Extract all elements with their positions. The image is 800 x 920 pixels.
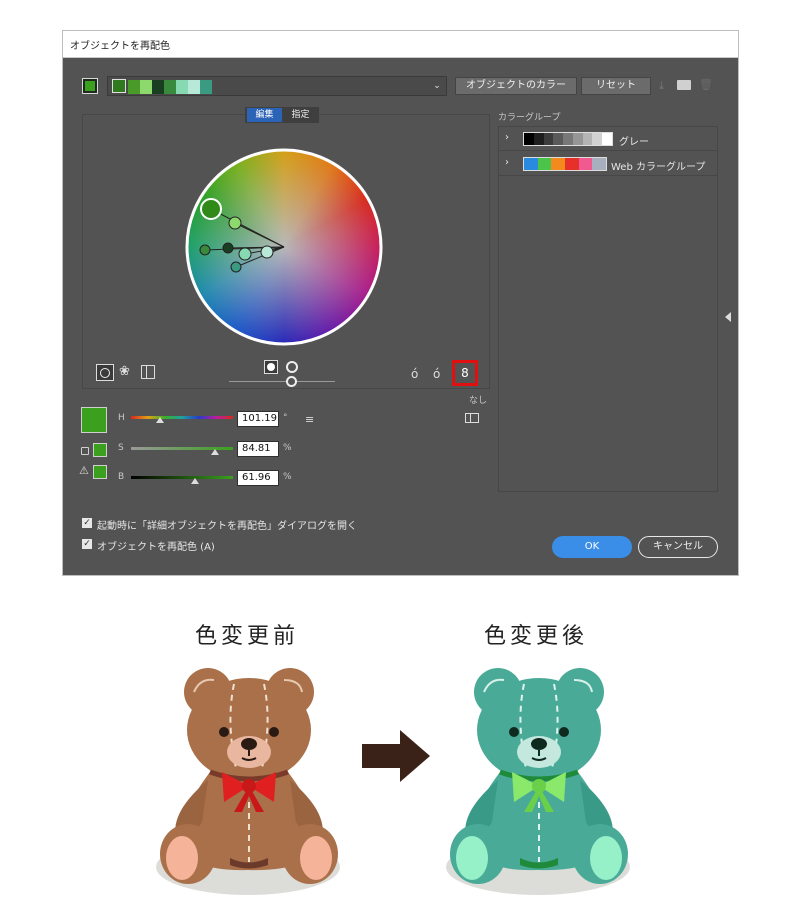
color-group-title: カラーグループ	[498, 113, 561, 123]
bear-after-illustration	[446, 668, 630, 895]
color-strip-swatch	[152, 80, 164, 94]
segmented-wheel-icon[interactable]: ❀	[119, 364, 135, 380]
recolor-checkbox[interactable]: ✓	[82, 539, 92, 549]
gray-swatch	[602, 133, 613, 145]
color-strip-swatch	[188, 80, 200, 94]
gray-swatch	[572, 133, 583, 145]
saturation-slider-thumb[interactable]	[211, 449, 219, 455]
gray-swatch	[582, 133, 593, 145]
current-color-swatch[interactable]	[82, 78, 98, 94]
web-swatch	[537, 158, 552, 170]
recolor-label: オブジェクトを再配色 (A)	[97, 542, 215, 553]
trash-icon[interactable]: 🗑	[699, 78, 713, 91]
brightness-hsb-slider-thumb[interactable]	[191, 478, 199, 484]
brightness-slider[interactable]	[229, 381, 335, 382]
save-group-icon[interactable]: ⤓	[659, 79, 671, 92]
cancel-button[interactable]: キャンセル	[638, 536, 718, 558]
color-strip-dropdown[interactable]	[107, 76, 447, 96]
gray-swatch	[524, 133, 534, 145]
h-label: H	[118, 413, 125, 423]
remove-color-icon[interactable]: ó	[433, 367, 440, 381]
web-swatch	[551, 158, 566, 170]
gray-group-swatches	[523, 132, 613, 146]
web-group-swatches	[523, 157, 607, 171]
gray-swatch	[553, 133, 564, 145]
gray-swatch	[543, 133, 554, 145]
folder-icon[interactable]	[677, 80, 691, 90]
bear-before-illustration	[156, 668, 340, 895]
s-percent-unit: %	[283, 443, 292, 453]
color-strip-swatch	[140, 80, 152, 94]
web-swatch	[524, 158, 538, 170]
expand-chevron-icon[interactable]: ›	[505, 157, 509, 168]
color-strip	[128, 80, 212, 94]
link-status-label: なし	[469, 396, 488, 406]
web-group-label: Web カラーグループ	[611, 162, 706, 173]
open-on-launch-label: 起動時に「詳細オブジェクトを再配色」ダイアログを開く	[97, 521, 357, 532]
expand-chevron-icon[interactable]: ›	[505, 132, 509, 143]
out-of-gamut-icon	[81, 447, 89, 455]
show-brightness-icon[interactable]	[286, 361, 298, 373]
color-wheel[interactable]	[183, 146, 386, 349]
s-label: S	[118, 443, 124, 453]
b-label: B	[118, 472, 125, 482]
color-strip-swatch	[200, 80, 212, 94]
hue-field[interactable]: 101.19	[237, 411, 279, 427]
color-strip-swatch	[164, 80, 176, 94]
link-harmony-button[interactable]: 8	[452, 360, 478, 386]
brightness-field[interactable]: 61.96	[237, 470, 279, 486]
menu-icon[interactable]: ≡	[305, 413, 314, 426]
gray-group-label: グレー	[619, 137, 649, 148]
collapse-panel-icon[interactable]	[725, 312, 731, 322]
web-safe-swatch[interactable]	[93, 465, 107, 479]
degree-unit: °	[283, 413, 288, 423]
show-saturation-icon[interactable]	[264, 360, 278, 374]
gray-swatch	[563, 133, 573, 145]
saturation-field[interactable]: 84.81	[237, 441, 279, 457]
open-on-launch-checkbox[interactable]: ✓	[82, 518, 92, 528]
color-bars-icon[interactable]	[141, 365, 155, 379]
before-label: 色変更前	[195, 624, 300, 649]
color-strip-swatch	[128, 80, 140, 94]
b-percent-unit: %	[283, 472, 292, 482]
web-swatch	[592, 158, 607, 170]
dialog-title: オブジェクトを再配色	[70, 41, 170, 52]
ok-button[interactable]: OK	[552, 536, 632, 558]
color-group-list	[498, 126, 718, 492]
dialog-titlebar: オブジェクトを再配色	[63, 31, 738, 58]
web-swatch	[578, 158, 593, 170]
brightness-hsb-slider-track[interactable]	[131, 476, 233, 479]
warning-icon: ⚠	[79, 464, 89, 477]
color-group-row-gray[interactable]: › グレー	[499, 127, 717, 151]
gray-swatch	[533, 133, 544, 145]
reset-button[interactable]: リセット	[581, 77, 651, 95]
tab-assign[interactable]: 指定	[283, 108, 318, 122]
color-table-icon[interactable]	[465, 413, 479, 423]
tab-edit[interactable]: 編集	[247, 108, 282, 122]
selected-color-swatch	[81, 407, 107, 433]
add-color-icon[interactable]: ó	[411, 367, 418, 381]
recolor-dialog: オブジェクトを再配色 ⌄ オブジェクトのカラー リセット ⤓ 🗑 編集 指定 ❀…	[62, 30, 739, 576]
hue-slider-track[interactable]	[131, 416, 233, 419]
gray-swatch	[592, 133, 603, 145]
brightness-slider-thumb[interactable]	[286, 376, 297, 387]
object-colors-button[interactable]: オブジェクトのカラー	[455, 77, 577, 95]
after-label: 色変更後	[484, 624, 589, 649]
smooth-wheel-button[interactable]	[96, 364, 114, 381]
tab-bar: 編集 指定	[245, 107, 319, 123]
color-strip-swatch	[176, 80, 188, 94]
gamut-swatch[interactable]	[93, 443, 107, 457]
hue-slider-thumb[interactable]	[156, 417, 164, 423]
web-swatch	[565, 158, 579, 170]
color-group-row-web[interactable]: › Web カラーグループ	[499, 152, 717, 176]
chevron-down-icon[interactable]: ⌄	[429, 78, 445, 94]
strip-selected-swatch	[112, 79, 126, 93]
arrow-right-icon	[362, 730, 430, 782]
